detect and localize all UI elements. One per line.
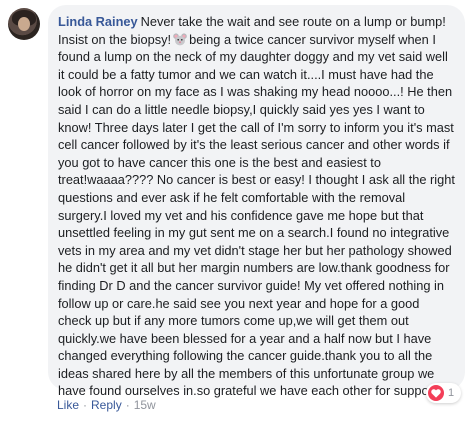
reaction-summary[interactable]: 1 [426,383,462,403]
separator-dot: · [125,398,130,412]
comment-bubble: Linda Rainey Never take the wait and see … [48,5,465,398]
avatar[interactable] [8,8,40,40]
comment-text-part2: being a twice cancer survivor myself whe… [58,31,455,399]
comment-timestamp[interactable]: 15w [134,398,156,412]
avatar-face [18,17,30,31]
separator-dot: · [83,398,88,412]
like-button[interactable]: Like [57,398,79,412]
comment-actions: Like · Reply · 15w [57,398,156,412]
comment-author[interactable]: Linda Rainey [58,14,138,29]
heart-icon [428,385,444,401]
reaction-count: 1 [448,387,455,399]
mouse-face-icon [173,32,187,45]
comment-text: Linda Rainey Never take the wait and see … [58,13,455,400]
reply-button[interactable]: Reply [91,398,122,412]
